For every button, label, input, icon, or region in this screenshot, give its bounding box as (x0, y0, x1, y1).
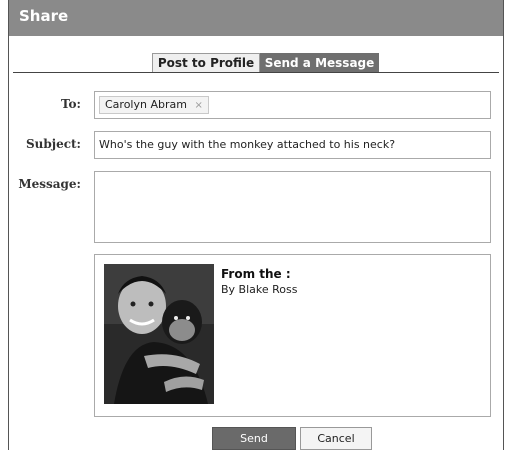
to-field[interactable]: Carolyn Abram × (94, 91, 491, 119)
subject-label: Subject: (25, 137, 81, 151)
subject-input[interactable]: Who's the guy with the monkey attached t… (94, 131, 491, 159)
tab-post-to-profile[interactable]: Post to Profile (152, 53, 260, 73)
message-textarea[interactable] (94, 171, 491, 243)
tab-send-a-message[interactable]: Send a Message (260, 53, 379, 73)
message-label: Message: (18, 177, 81, 191)
share-dialog: Share Post to Profile Send a Message To:… (8, 0, 504, 450)
send-button[interactable]: Send (212, 427, 296, 450)
remove-recipient-icon[interactable]: × (194, 100, 202, 111)
photo-thumbnail-icon (104, 264, 214, 404)
dialog-titlebar: Share (9, 0, 503, 36)
recipient-token: Carolyn Abram × (99, 96, 209, 114)
attachment-title: From the : (221, 267, 291, 281)
recipient-name: Carolyn Abram (105, 98, 187, 111)
attachment-preview: From the : By Blake Ross (94, 254, 491, 417)
dialog-title: Share (19, 7, 69, 25)
cancel-button[interactable]: Cancel (300, 427, 372, 450)
attachment-author: By Blake Ross (221, 283, 298, 296)
tab-divider (13, 72, 499, 73)
to-label: To: (61, 97, 81, 111)
